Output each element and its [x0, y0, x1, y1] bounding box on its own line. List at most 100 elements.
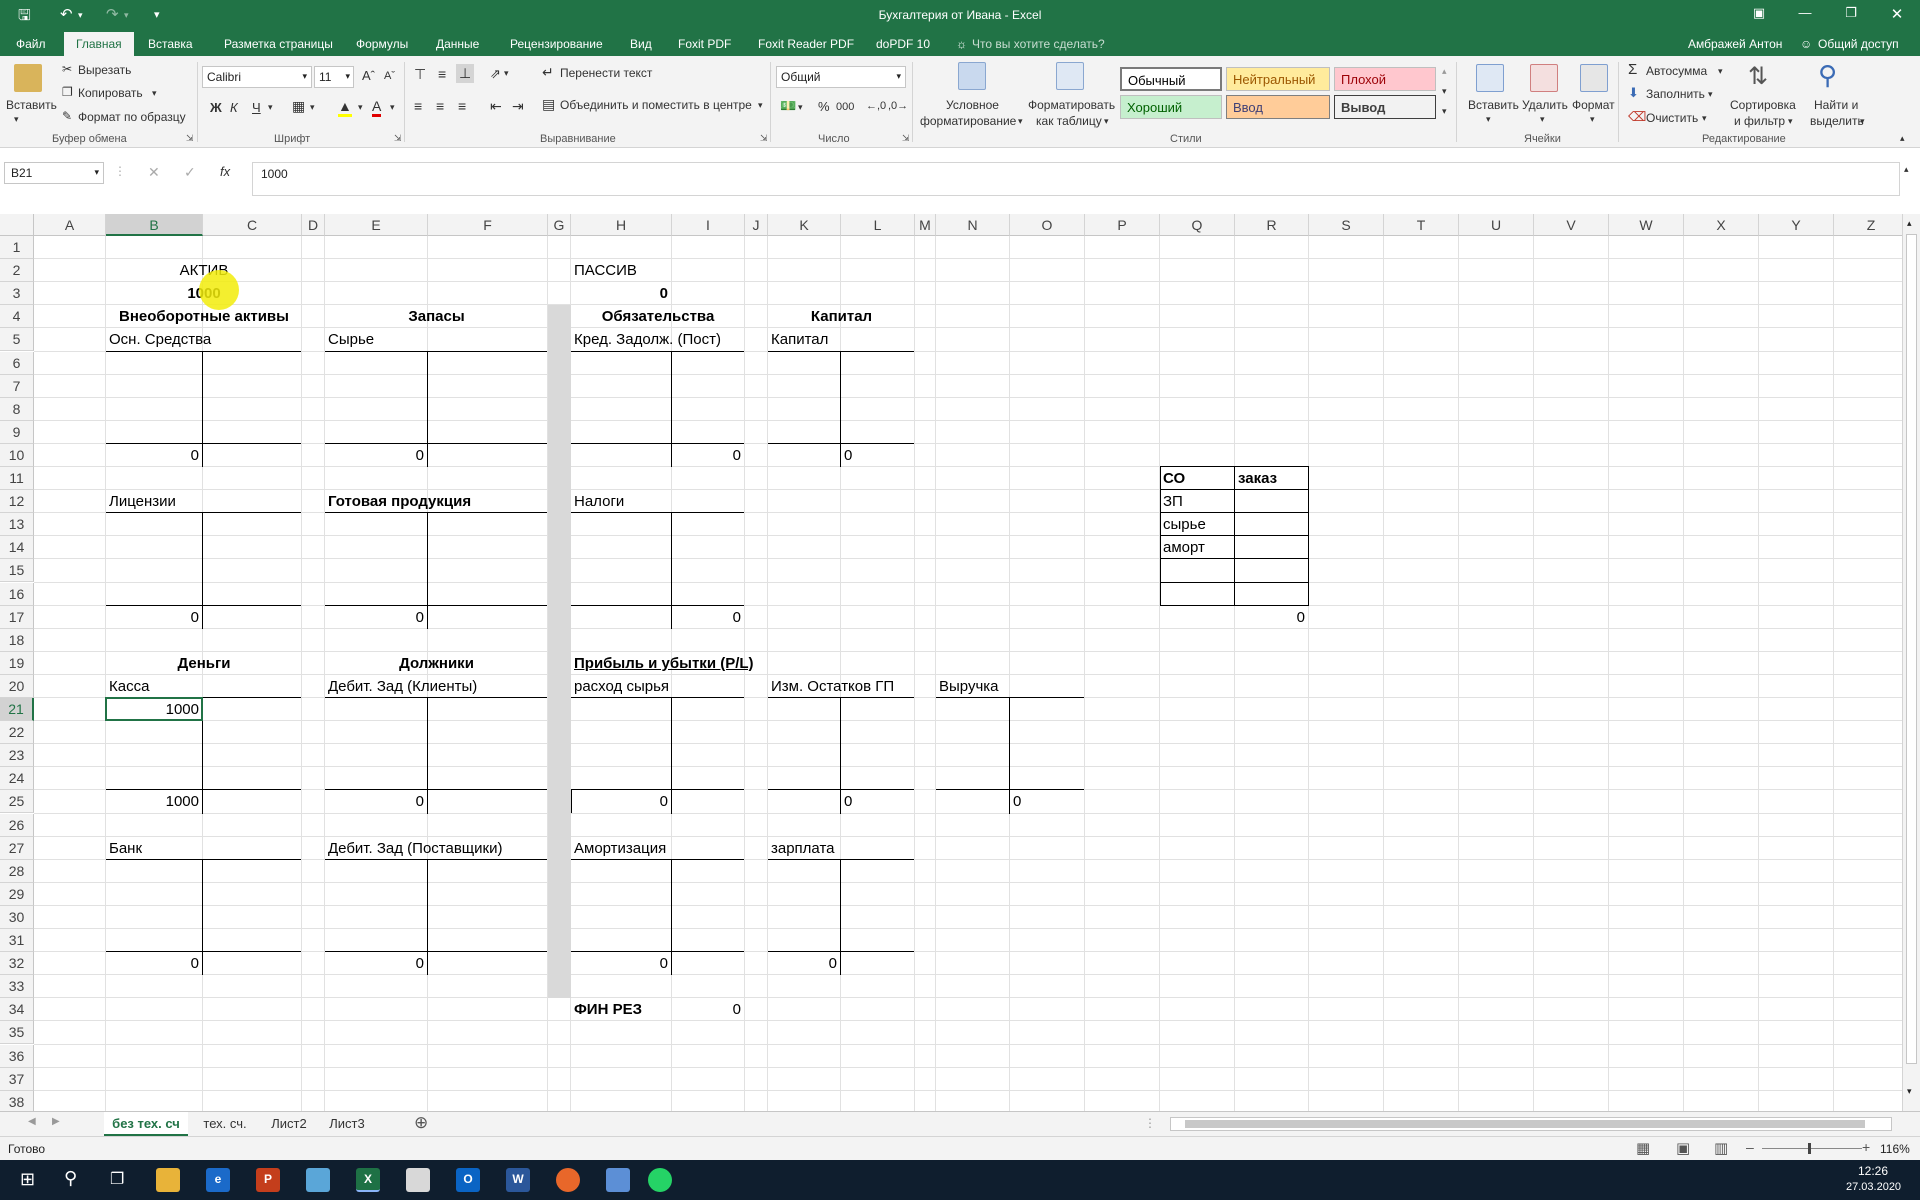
column-header-R[interactable]: R — [1235, 214, 1309, 236]
row-header-14[interactable]: 14 — [0, 536, 34, 560]
find-select-dropdown-icon[interactable]: ▾ — [1860, 116, 1865, 127]
row-header-28[interactable]: 28 — [0, 859, 34, 883]
cancel-entry-icon[interactable]: ✕ — [148, 164, 160, 181]
tab-foxit-pdf[interactable]: Foxit PDF — [678, 37, 731, 51]
paste-dropdown-icon[interactable]: ▾ — [14, 114, 19, 125]
row-header-24[interactable]: 24 — [0, 767, 34, 791]
vertical-scroll-thumb[interactable] — [1906, 234, 1917, 1064]
currency-icon[interactable]: 💵 — [780, 98, 796, 114]
conditional-formatting-button[interactable]: Условное — [946, 98, 999, 112]
merge-center-button[interactable]: Объединить и поместить в центре — [560, 98, 752, 112]
formula-input[interactable]: 1000 — [252, 162, 1900, 196]
tab-insert[interactable]: Вставка — [148, 37, 193, 51]
bold-button[interactable]: Ж — [210, 100, 222, 115]
excel-taskbar-icon[interactable]: X — [356, 1168, 380, 1192]
tab-view[interactable]: Вид — [630, 37, 652, 51]
row-header-1[interactable]: 1 — [0, 236, 34, 260]
style-normal[interactable]: Обычный — [1120, 67, 1222, 91]
ribbon-display-icon[interactable]: ▣ — [1744, 5, 1774, 21]
app-icon[interactable] — [606, 1168, 630, 1192]
select-all-corner[interactable] — [0, 214, 34, 236]
column-header-I[interactable]: I — [672, 214, 745, 236]
row-header-30[interactable]: 30 — [0, 905, 34, 929]
prev-sheet-icon[interactable]: ◀ — [28, 1116, 36, 1127]
insert-cells-dropdown-icon[interactable]: ▾ — [1486, 114, 1491, 125]
align-middle-icon[interactable]: ≡ — [438, 66, 446, 82]
paste-icon[interactable] — [14, 64, 42, 92]
collapse-ribbon-icon[interactable]: ▴ — [1900, 133, 1905, 144]
row-header-36[interactable]: 36 — [0, 1044, 34, 1068]
decrease-decimal-icon[interactable]: ,0→ — [888, 100, 908, 112]
row-header-37[interactable]: 37 — [0, 1067, 34, 1091]
increase-decimal-icon[interactable]: ←,0 — [866, 100, 886, 112]
paste-button[interactable]: Вставить — [6, 98, 57, 112]
align-bottom-icon[interactable]: ⊥ — [456, 64, 475, 83]
delete-cells-icon[interactable] — [1530, 64, 1558, 92]
underline-dropdown-icon[interactable]: ▾ — [268, 102, 273, 113]
insert-cells-icon[interactable] — [1476, 64, 1504, 92]
file-explorer-icon[interactable] — [156, 1168, 180, 1192]
row-header-18[interactable]: 18 — [0, 628, 34, 652]
row-header-34[interactable]: 34 — [0, 998, 34, 1022]
selected-cell-b21[interactable] — [105, 697, 203, 722]
conditional-formatting-dropdown-icon[interactable]: ▾ — [1018, 116, 1023, 127]
row-header-31[interactable]: 31 — [0, 929, 34, 953]
copy-button[interactable]: Копировать — [78, 86, 143, 100]
wrap-text-button[interactable]: Перенести текст — [560, 66, 652, 80]
delete-cells-button[interactable]: Удалить — [1522, 98, 1568, 112]
delete-cells-dropdown-icon[interactable]: ▾ — [1540, 114, 1545, 125]
copy-dropdown-icon[interactable]: ▾ — [152, 88, 157, 99]
percent-button[interactable]: % — [818, 99, 830, 114]
style-bad[interactable]: Плохой — [1334, 67, 1436, 91]
sort-filter-button[interactable]: Сортировка — [1730, 98, 1796, 112]
horizontal-scrollbar[interactable] — [1170, 1117, 1892, 1131]
vertical-scrollbar[interactable]: ▴ ▾ — [1902, 214, 1920, 1111]
powerpoint-icon[interactable]: P — [256, 1168, 280, 1192]
row-header-26[interactable]: 26 — [0, 813, 34, 837]
find-select-button[interactable]: Найти и — [1814, 98, 1858, 112]
sheet-tab-list2[interactable]: Лист2 — [262, 1112, 316, 1136]
fill-color-icon[interactable]: ▲ — [338, 98, 352, 117]
outlook-icon[interactable]: O — [456, 1168, 480, 1192]
column-header-M[interactable]: M — [915, 214, 936, 236]
windows-start-icon[interactable]: ⊞ — [20, 1169, 35, 1190]
styles-scroll-up-icon[interactable]: ▴ — [1442, 66, 1447, 77]
row-header-27[interactable]: 27 — [0, 836, 34, 860]
tab-page-layout[interactable]: Разметка страницы — [224, 37, 333, 51]
autosum-button[interactable]: Автосумма — [1646, 64, 1707, 78]
increase-font-icon[interactable]: Aˆ — [362, 68, 375, 83]
horizontal-scroll-thumb[interactable] — [1185, 1120, 1865, 1128]
styles-scroll-down-icon[interactable]: ▾ — [1442, 86, 1447, 97]
borders-dropdown-icon[interactable]: ▾ — [310, 102, 315, 113]
font-launcher-icon[interactable]: ⇲ — [394, 133, 402, 144]
format-as-table-button[interactable]: Форматировать — [1028, 98, 1115, 112]
column-header-A[interactable]: A — [34, 214, 106, 236]
name-box[interactable]: B21 ▾ — [4, 162, 104, 184]
column-header-S[interactable]: S — [1309, 214, 1384, 236]
tab-formulas[interactable]: Формулы — [356, 37, 408, 51]
sort-filter-dropdown-icon[interactable]: ▾ — [1788, 116, 1793, 127]
sheet-tab-active[interactable]: без тех. сч — [104, 1112, 188, 1136]
column-header-P[interactable]: P — [1085, 214, 1160, 236]
row-header-4[interactable]: 4 — [0, 305, 34, 329]
align-left-icon[interactable]: ≡ — [414, 98, 422, 114]
row-header-9[interactable]: 9 — [0, 420, 34, 444]
scroll-down-icon[interactable]: ▾ — [1907, 1086, 1912, 1097]
column-header-J[interactable]: J — [745, 214, 768, 236]
merge-dropdown-icon[interactable]: ▾ — [758, 100, 763, 111]
format-cells-button[interactable]: Формат — [1572, 98, 1615, 112]
column-header-H[interactable]: H — [571, 214, 672, 236]
style-output[interactable]: Вывод — [1334, 95, 1436, 119]
column-header-K[interactable]: K — [768, 214, 841, 236]
add-sheet-icon[interactable]: ⊕ — [414, 1113, 428, 1133]
sheet-tab-tech[interactable]: тех. сч. — [192, 1112, 258, 1136]
column-header-U[interactable]: U — [1459, 214, 1534, 236]
row-header-3[interactable]: 3 — [0, 282, 34, 306]
clear-dropdown-icon[interactable]: ▾ — [1702, 113, 1707, 124]
zoom-slider[interactable] — [1762, 1148, 1862, 1149]
row-header-11[interactable]: 11 — [0, 467, 34, 491]
row-header-25[interactable]: 25 — [0, 790, 34, 814]
tab-data[interactable]: Данные — [436, 37, 479, 51]
row-header-19[interactable]: 19 — [0, 651, 34, 675]
close-button[interactable]: ✕ — [1882, 5, 1912, 23]
